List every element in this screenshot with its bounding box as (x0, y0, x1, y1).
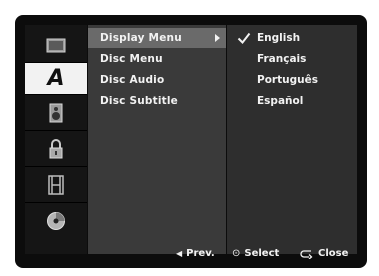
lock-icon (49, 138, 63, 158)
menu-item-disc-menu[interactable]: Disc Menu (88, 49, 226, 69)
tv-icon (46, 38, 66, 52)
film-icon (48, 174, 64, 195)
option-label: Español (257, 95, 304, 107)
divider (25, 130, 87, 131)
sidebar-item-disc[interactable] (25, 205, 87, 236)
select-circle-icon: ⊙ (232, 248, 241, 259)
arrow-right-icon (215, 34, 220, 42)
menu-item-label: Display Menu (100, 32, 182, 44)
speaker-icon (49, 103, 63, 122)
option-portugues[interactable]: Português (227, 70, 357, 90)
option-english[interactable]: English (227, 28, 357, 48)
menu-item-disc-subtitle[interactable]: Disc Subtitle (88, 91, 226, 111)
divider (25, 94, 87, 95)
return-icon (300, 249, 313, 259)
divider (25, 166, 87, 167)
options-list: English Français Português Español (227, 25, 357, 254)
sidebar-item-recording[interactable] (25, 169, 87, 200)
menu-item-display-menu[interactable]: Display Menu (88, 28, 226, 48)
divider (25, 202, 87, 203)
option-label: English (257, 32, 301, 44)
option-label: Français (257, 53, 307, 65)
select-hint[interactable]: ⊙ Select (232, 248, 279, 259)
select-label: Select (244, 248, 280, 259)
submenu-list: Display Menu Disc Menu Disc Audio Disc S… (88, 25, 226, 254)
category-sidebar: A (25, 25, 87, 254)
menu-item-label: Disc Audio (100, 74, 165, 86)
prev-hint[interactable]: ◀ Prev. (176, 248, 215, 259)
disc-icon (47, 211, 65, 230)
menu-item-label: Disc Menu (100, 53, 163, 65)
left-arrow-icon: ◀ (176, 249, 183, 258)
menu-item-label: Disc Subtitle (100, 95, 178, 107)
option-francais[interactable]: Français (227, 49, 357, 69)
close-hint[interactable]: Close (300, 248, 348, 259)
close-label: Close (318, 248, 349, 259)
sidebar-item-lock[interactable] (25, 133, 87, 164)
control-hints-bar: ◀ Prev. ⊙ Select Close (15, 248, 367, 268)
sidebar-item-language[interactable]: A (25, 63, 87, 94)
sidebar-item-audio[interactable] (25, 97, 87, 128)
option-espanol[interactable]: Español (227, 91, 357, 111)
prev-label: Prev. (186, 248, 215, 259)
checkmark-icon (237, 32, 251, 45)
language-icon: A (47, 66, 65, 91)
setup-menu-screen: A Display Menu Disc Menu Disc Audio Disc… (15, 15, 367, 268)
menu-item-disc-audio[interactable]: Disc Audio (88, 70, 226, 90)
option-label: Português (257, 74, 318, 86)
sidebar-item-display[interactable] (25, 30, 87, 61)
